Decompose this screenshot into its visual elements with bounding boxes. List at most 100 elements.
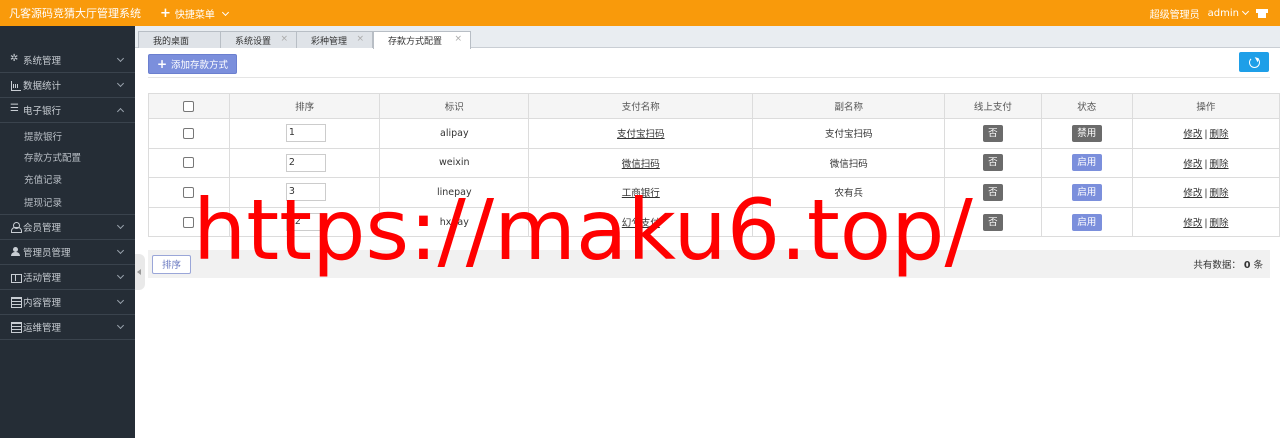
skin-icon[interactable]: [1256, 8, 1268, 18]
sidebar-item-admins[interactable]: 管理员管理: [0, 240, 135, 265]
table-row: 3 linepay 工商银行 农有兵 否 启用 修改 | 删除: [148, 177, 1280, 208]
payment-name-link[interactable]: 幻兮支付: [622, 218, 660, 229]
tab-deposit-config[interactable]: 存款方式配置 ×: [373, 31, 471, 49]
tab-system-settings[interactable]: 系统设置 ×: [220, 31, 297, 48]
close-icon[interactable]: ×: [356, 34, 364, 44]
sidebar-subitem-deposit-config[interactable]: 存款方式配置: [0, 147, 135, 169]
row-checkbox[interactable]: [183, 157, 195, 169]
tab-label: 存款方式配置: [388, 37, 443, 47]
table-row: 32 hxpay 幻兮支付 否 启用 修改 | 删除: [148, 206, 1280, 238]
chevron-down-icon: [221, 8, 229, 16]
tab-bar: 我的桌面 系统设置 × 彩种管理 × 存款方式配置 ×: [135, 26, 1280, 49]
delete-link[interactable]: 删除: [1210, 218, 1229, 229]
online-pay-badge[interactable]: 否: [982, 213, 1003, 231]
document-icon: [11, 297, 22, 308]
delete-link[interactable]: 删除: [1210, 129, 1229, 140]
sidebar-item-ops[interactable]: 运维管理: [0, 315, 135, 340]
deposit-methods-table: 排序 标识 支付名称 副名称 线上支付 状态 操作 1 alipay 支付宝扫码…: [148, 93, 1280, 238]
cell-subname: 支付宝扫码: [752, 118, 946, 149]
sidebar-item-stats[interactable]: 数据统计: [0, 73, 135, 98]
user-icon: [11, 247, 20, 256]
sidebar-item-members[interactable]: 会员管理: [0, 215, 135, 240]
add-deposit-method-button[interactable]: + 添加存款方式: [148, 54, 237, 74]
online-pay-badge[interactable]: 否: [982, 124, 1003, 142]
total-count: 共有数据： 0 条: [1193, 257, 1266, 271]
sidebar-item-label: 管理员管理: [23, 247, 71, 259]
sidebar-item-label: 系统管理: [23, 56, 62, 67]
close-icon[interactable]: ×: [454, 34, 462, 44]
sidebar-subitem-withdraw-bank[interactable]: 提款银行: [0, 125, 135, 147]
status-badge[interactable]: 启用: [1071, 213, 1102, 231]
sidebar-item-activities[interactable]: 活动管理: [0, 265, 135, 290]
column-header: 标识: [379, 93, 530, 119]
gift-icon: [11, 272, 22, 283]
sidebar-item-label: 会员管理: [23, 222, 62, 234]
tab-desktop[interactable]: 我的桌面: [138, 31, 221, 48]
select-all-checkbox[interactable]: [183, 100, 195, 112]
user-outline-icon: [11, 222, 22, 233]
edit-link[interactable]: 修改: [1183, 218, 1202, 229]
edit-link[interactable]: 修改: [1183, 129, 1202, 140]
status-badge[interactable]: 禁用: [1071, 124, 1102, 142]
sidebar: 系统管理 数据统计 电子银行 提款银行 存款方式配置 充值记录 提现记录 会员管…: [0, 26, 135, 438]
cell-key: alipay: [379, 118, 530, 149]
user-menu[interactable]: admin: [1207, 7, 1250, 19]
sidebar-subitem-withdraw-records[interactable]: 提现记录: [0, 190, 135, 215]
payment-name-link[interactable]: 支付宝扫码: [617, 129, 665, 140]
payment-name-link[interactable]: 工商银行: [622, 188, 660, 199]
online-pay-badge[interactable]: 否: [982, 154, 1003, 172]
row-checkbox[interactable]: [183, 216, 195, 228]
sidebar-subitem-recharge-records[interactable]: 充值记录: [0, 168, 135, 190]
delete-link[interactable]: 删除: [1210, 159, 1229, 170]
chevron-down-icon: [1241, 7, 1250, 15]
column-header: 副名称: [752, 93, 946, 119]
sidebar-item-system[interactable]: 系统管理: [0, 48, 135, 73]
column-header: 操作: [1131, 93, 1280, 119]
chevron-down-icon: [116, 246, 125, 254]
column-header: 状态: [1040, 93, 1133, 119]
sidebar-item-label: 活动管理: [23, 272, 62, 284]
status-badge[interactable]: 启用: [1071, 183, 1102, 201]
column-header: 线上支付: [944, 93, 1042, 119]
quick-menu-label: 快捷菜单: [174, 9, 215, 21]
table-header-row: 排序 标识 支付名称 副名称 线上支付 状态 操作: [148, 93, 1280, 119]
edit-link[interactable]: 修改: [1183, 188, 1202, 199]
tab-label: 彩种管理: [311, 36, 348, 47]
username: admin: [1207, 7, 1239, 19]
tab-lottery-types[interactable]: 彩种管理 ×: [296, 31, 373, 48]
status-badge[interactable]: 启用: [1071, 154, 1102, 172]
chevron-down-icon: [116, 271, 125, 279]
app-title: 凡客源码竞猜大厅管理系统: [9, 7, 141, 20]
sort-input[interactable]: 3: [285, 183, 326, 202]
sidebar-collapse-handle[interactable]: [135, 254, 145, 290]
sort-input[interactable]: 1: [285, 124, 326, 143]
online-pay-badge[interactable]: 否: [982, 183, 1003, 201]
quick-menu-button[interactable]: + 快捷菜单: [160, 6, 229, 21]
sort-input[interactable]: 32: [285, 213, 326, 232]
cell-key: hxpay: [379, 206, 530, 238]
edit-link[interactable]: 修改: [1183, 159, 1202, 170]
select-all-cell[interactable]: [148, 93, 230, 119]
refresh-button[interactable]: [1239, 52, 1269, 72]
total-prefix: 共有数据：: [1193, 260, 1241, 271]
top-header: 凡客源码竞猜大厅管理系统 + 快捷菜单 超级管理员 admin: [0, 0, 1280, 26]
sidebar-item-label: 数据统计: [23, 81, 62, 92]
chevron-up-icon: [116, 107, 125, 116]
sidebar-item-content[interactable]: 内容管理: [0, 290, 135, 315]
payment-name-link[interactable]: 微信扫码: [622, 159, 660, 170]
bar-chart-icon: [11, 80, 21, 91]
sort-button[interactable]: 排序: [152, 254, 191, 274]
row-checkbox[interactable]: [183, 186, 195, 198]
add-button-label: 添加存款方式: [171, 60, 229, 71]
close-icon[interactable]: ×: [280, 34, 288, 44]
delete-link[interactable]: 删除: [1210, 188, 1229, 199]
cell-subname: 农有兵: [752, 177, 946, 208]
sidebar-item-ebank[interactable]: 电子银行: [0, 98, 135, 123]
document-icon: [11, 322, 22, 333]
chevron-down-icon: [116, 79, 125, 88]
row-checkbox[interactable]: [183, 127, 195, 139]
total-suffix: 条: [1253, 260, 1263, 271]
sidebar-item-label: 内容管理: [23, 297, 62, 309]
sort-input[interactable]: 2: [285, 153, 326, 172]
plus-icon: +: [156, 57, 168, 71]
